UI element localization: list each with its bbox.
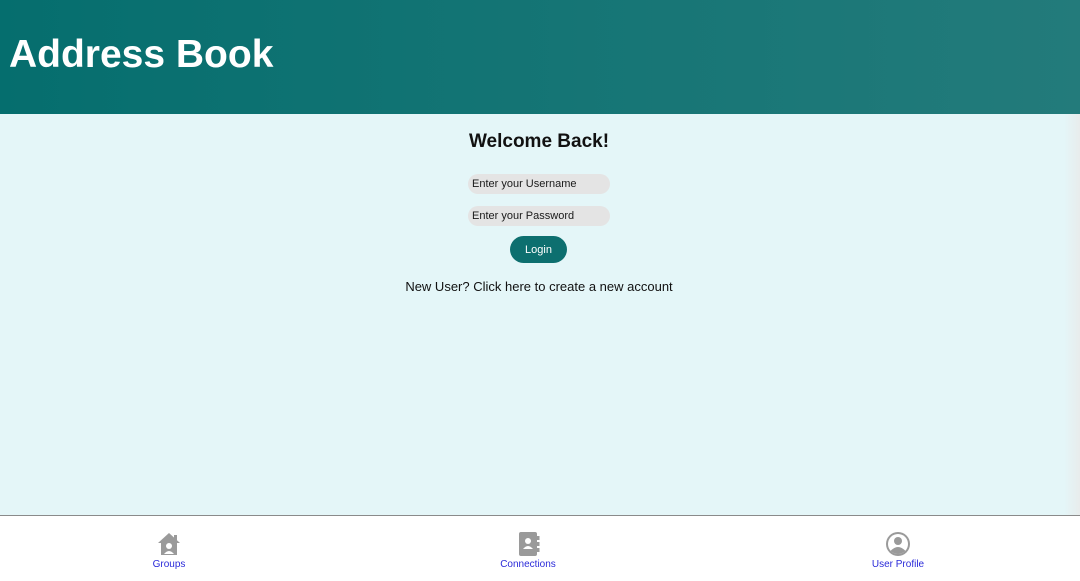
create-account-link[interactable]: New User? Click here to create a new acc… (405, 279, 672, 294)
new-user-prompt: New User? Click here to create a new acc… (0, 279, 1078, 294)
welcome-heading: Welcome Back! (468, 131, 610, 152)
house-icon (158, 533, 180, 555)
tab-user-profile-label: User Profile (871, 559, 925, 570)
tab-connections[interactable]: Connections (468, 530, 588, 578)
app-header: Address Book (0, 0, 1080, 114)
app-root: Address Book Welcome Back! Login New Use… (0, 0, 1080, 581)
login-panel: Welcome Back! Login New User? Click here… (0, 114, 1080, 515)
user-circle-icon (886, 532, 910, 556)
bottom-tab-bar: Groups Connections User Profile (0, 515, 1080, 581)
tab-groups[interactable]: Groups (109, 530, 229, 578)
contacts-book-icon (519, 532, 540, 556)
tab-connections-label: Connections (500, 559, 556, 570)
tab-user-profile[interactable]: User Profile (838, 530, 958, 578)
password-input[interactable] (468, 206, 610, 226)
app-title: Address Book (9, 33, 274, 76)
username-input[interactable] (468, 174, 610, 194)
scroll-edge-shade (1064, 114, 1080, 515)
tab-groups-label: Groups (152, 559, 186, 570)
login-button[interactable]: Login (510, 236, 567, 263)
